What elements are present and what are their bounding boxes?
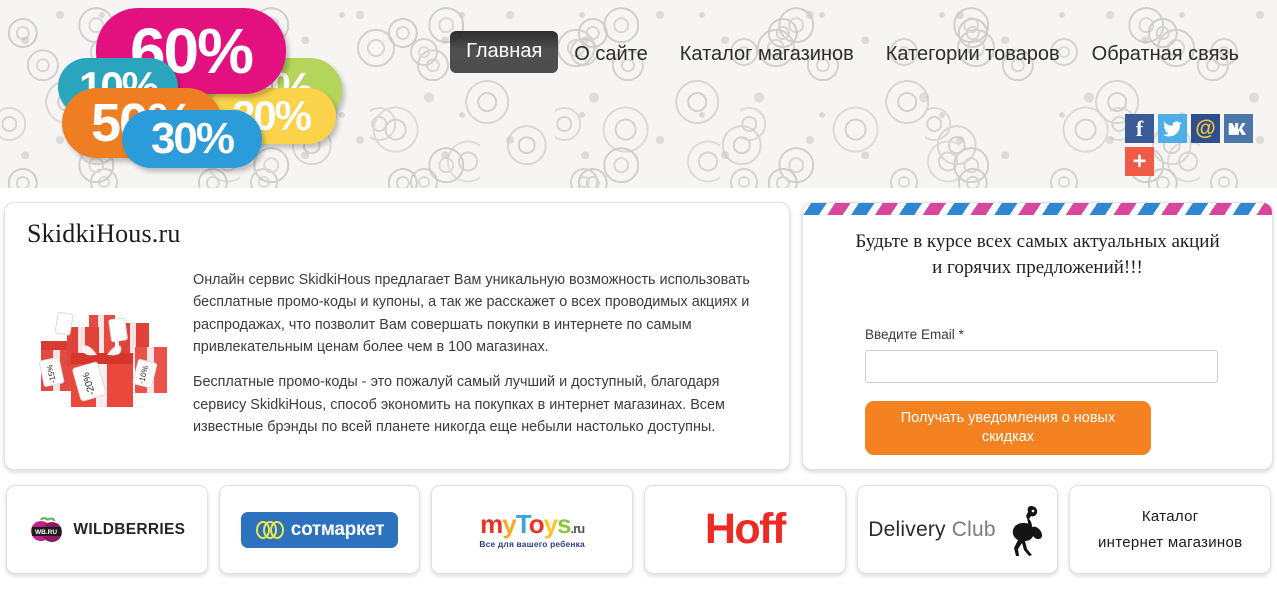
required-asterisk: * <box>958 327 964 343</box>
sotmarket-rings-icon <box>255 520 285 539</box>
email-label-text: Введите Email <box>865 327 955 343</box>
partner-card-wildberries[interactable]: WB.RU WILDBERRIES <box>6 485 208 574</box>
wildberries-logo: WB.RU WILDBERRIES <box>28 515 185 545</box>
club-word: Club <box>951 517 996 541</box>
catalog-line-1: Каталог <box>1141 508 1199 525</box>
subscribe-panel: Будьте в курсе всех самых актуальных акц… <box>802 202 1273 470</box>
delivery-word: Delivery <box>868 517 946 541</box>
mytoys-wordmark: myToys.ru <box>480 508 586 539</box>
partner-card-sotmarket[interactable]: сотмаркет <box>218 485 421 574</box>
twitter-icon[interactable] <box>1158 114 1187 143</box>
gift-boxes-graphic: -20% -15% -10% <box>27 285 179 415</box>
facebook-icon[interactable]: f <box>1125 114 1154 143</box>
about-paragraph-1: Онлайн сервис SkidkiHous предлагает Вам … <box>193 272 750 355</box>
nav-item-product-categories[interactable]: Категории товаров <box>870 35 1076 73</box>
delivery-club-wordmark: Delivery Club <box>868 518 996 542</box>
about-content: -20% -15% -10% Онлайн сервис SkidkiHous … <box>27 263 767 451</box>
discount-badges-art: 40% 20% 60% 10% 50% 30% <box>10 6 342 168</box>
subscribe-heading: Будьте в курсе всех самых актуальных акц… <box>803 215 1272 281</box>
partner-logo-strip: WB.RU WILDBERRIES сотмаркет myToys.ru Вс… <box>0 485 1277 585</box>
partner-card-delivery-club[interactable]: Delivery Club <box>856 485 1059 574</box>
page-title: SkidkiHous.ru <box>27 219 181 248</box>
about-paragraph-2: Бесплатные промо-коды - это пожалуй самы… <box>193 374 725 435</box>
twitter-bird-glyph <box>1163 120 1182 136</box>
gift-boxes-image: -20% -15% -10% <box>27 285 179 415</box>
partner-card-hoff[interactable]: Hoff <box>644 485 846 574</box>
subscribe-heading-line1: Будьте в курсе всех самых актуальных акц… <box>855 231 1220 252</box>
subscribe-button[interactable]: Получать уведомления о новых скидках <box>865 401 1151 456</box>
catalog-label: Каталог интернет магазинов <box>1098 504 1242 555</box>
about-text: Онлайн сервис SkidkiHous предлагает Вам … <box>193 263 767 451</box>
wildberries-berry-glyph: WB.RU <box>31 516 63 542</box>
vk-icon[interactable] <box>1224 114 1253 143</box>
site-header: 40% 20% 60% 10% 50% 30% Главная О сайте … <box>0 0 1277 188</box>
ostrich-icon <box>1012 505 1042 556</box>
mytoys-tagline: Все для вашего ребенка <box>479 538 585 549</box>
about-panel: SkidkiHous.ru -20% -15% -10% Онлайн серв… <box>4 202 790 470</box>
mytoys-suffix: .ru <box>570 520 586 536</box>
catalog-line-2: интернет магазинов <box>1097 533 1243 551</box>
sotmarket-rings-glyph <box>255 520 284 539</box>
social-links: f @ + <box>1125 114 1255 176</box>
wildberries-label: WILDBERRIES <box>73 520 186 538</box>
hoff-logo: Hoff <box>704 505 786 553</box>
svg-text:WB.RU: WB.RU <box>35 529 57 536</box>
mailru-icon[interactable]: @ <box>1191 114 1220 143</box>
subscribe-heading-line2: и горячих предложений!!! <box>932 257 1143 279</box>
nav-item-shop-catalog[interactable]: Каталог магазинов <box>664 35 870 73</box>
share-plus-icon[interactable]: + <box>1125 147 1154 176</box>
delivery-club-logo: Delivery Club <box>868 503 1047 557</box>
vk-glyph <box>1228 122 1246 135</box>
partner-card-mytoys[interactable]: myToys.ru Все для вашего ребенка <box>431 485 634 574</box>
partner-card-catalog[interactable]: Каталог интернет магазинов <box>1069 485 1272 574</box>
email-input[interactable] <box>865 350 1218 384</box>
nav-item-feedback[interactable]: Обратная связь <box>1076 35 1255 73</box>
main-navigation: Главная О сайте Каталог магазинов Катего… <box>0 31 1277 73</box>
nav-item-home[interactable]: Главная <box>450 31 559 73</box>
email-field-label: Введите Email * <box>865 327 1216 342</box>
airmail-stripe-border <box>803 203 1272 215</box>
discount-badge-30: 30% <box>122 110 262 168</box>
mytoys-logo: myToys.ru Все для вашего ребенка <box>479 511 585 548</box>
wildberries-berry-icon: WB.RU <box>28 515 66 545</box>
subscribe-form: Введите Email * Получать уведомления о н… <box>803 281 1272 456</box>
sotmarket-label: сотмаркет <box>290 518 385 540</box>
nav-item-about[interactable]: О сайте <box>558 35 663 73</box>
page-root: 40% 20% 60% 10% 50% 30% Главная О сайте … <box>0 0 1277 611</box>
main-content: SkidkiHous.ru -20% -15% -10% Онлайн серв… <box>0 195 1277 479</box>
sotmarket-logo: сотмаркет <box>240 511 399 548</box>
